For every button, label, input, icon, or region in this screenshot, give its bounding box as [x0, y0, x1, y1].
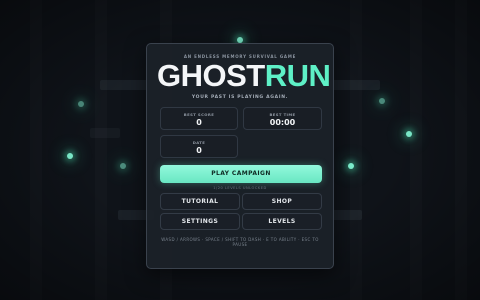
best-time-value: 00:00: [269, 118, 296, 127]
third-stat-label: DATE: [192, 140, 206, 145]
best-time-label: BEST TIME: [269, 112, 296, 117]
shop-button[interactable]: SHOP: [242, 193, 322, 210]
levels-button[interactable]: LEVELS: [242, 213, 322, 230]
third-stat-value: 0: [196, 146, 202, 155]
best-time-card: BEST TIME 00:00: [243, 107, 322, 130]
controls-hint: WASD / ARROWS · SPACE / SHIFT TO DASH · …: [161, 237, 319, 247]
best-score-value: 0: [196, 118, 202, 127]
subtitle: YOUR PAST IS PLAYING AGAIN.: [191, 95, 289, 100]
best-score-card: BEST SCORE 0: [160, 107, 238, 130]
settings-button[interactable]: SETTINGS: [160, 213, 240, 230]
logo-run: RUN: [264, 61, 331, 91]
logo-ghost: GHOST: [157, 61, 265, 91]
game-logo: GHOSTRUN: [157, 61, 337, 91]
tutorial-button[interactable]: TUTORIAL: [160, 193, 240, 210]
levels-unlocked-note: 1/20 LEVELS UNLOCKED: [213, 186, 267, 190]
play-campaign-button[interactable]: PLAY CAMPAIGN: [160, 165, 322, 183]
third-stat-card: DATE 0: [160, 135, 238, 158]
best-score-label: BEST SCORE: [183, 112, 215, 117]
tagline: AN ENDLESS MEMORY SURVIVAL GAME: [183, 54, 297, 59]
main-menu-panel: AN ENDLESS MEMORY SURVIVAL GAME GHOSTRUN…: [146, 43, 334, 269]
